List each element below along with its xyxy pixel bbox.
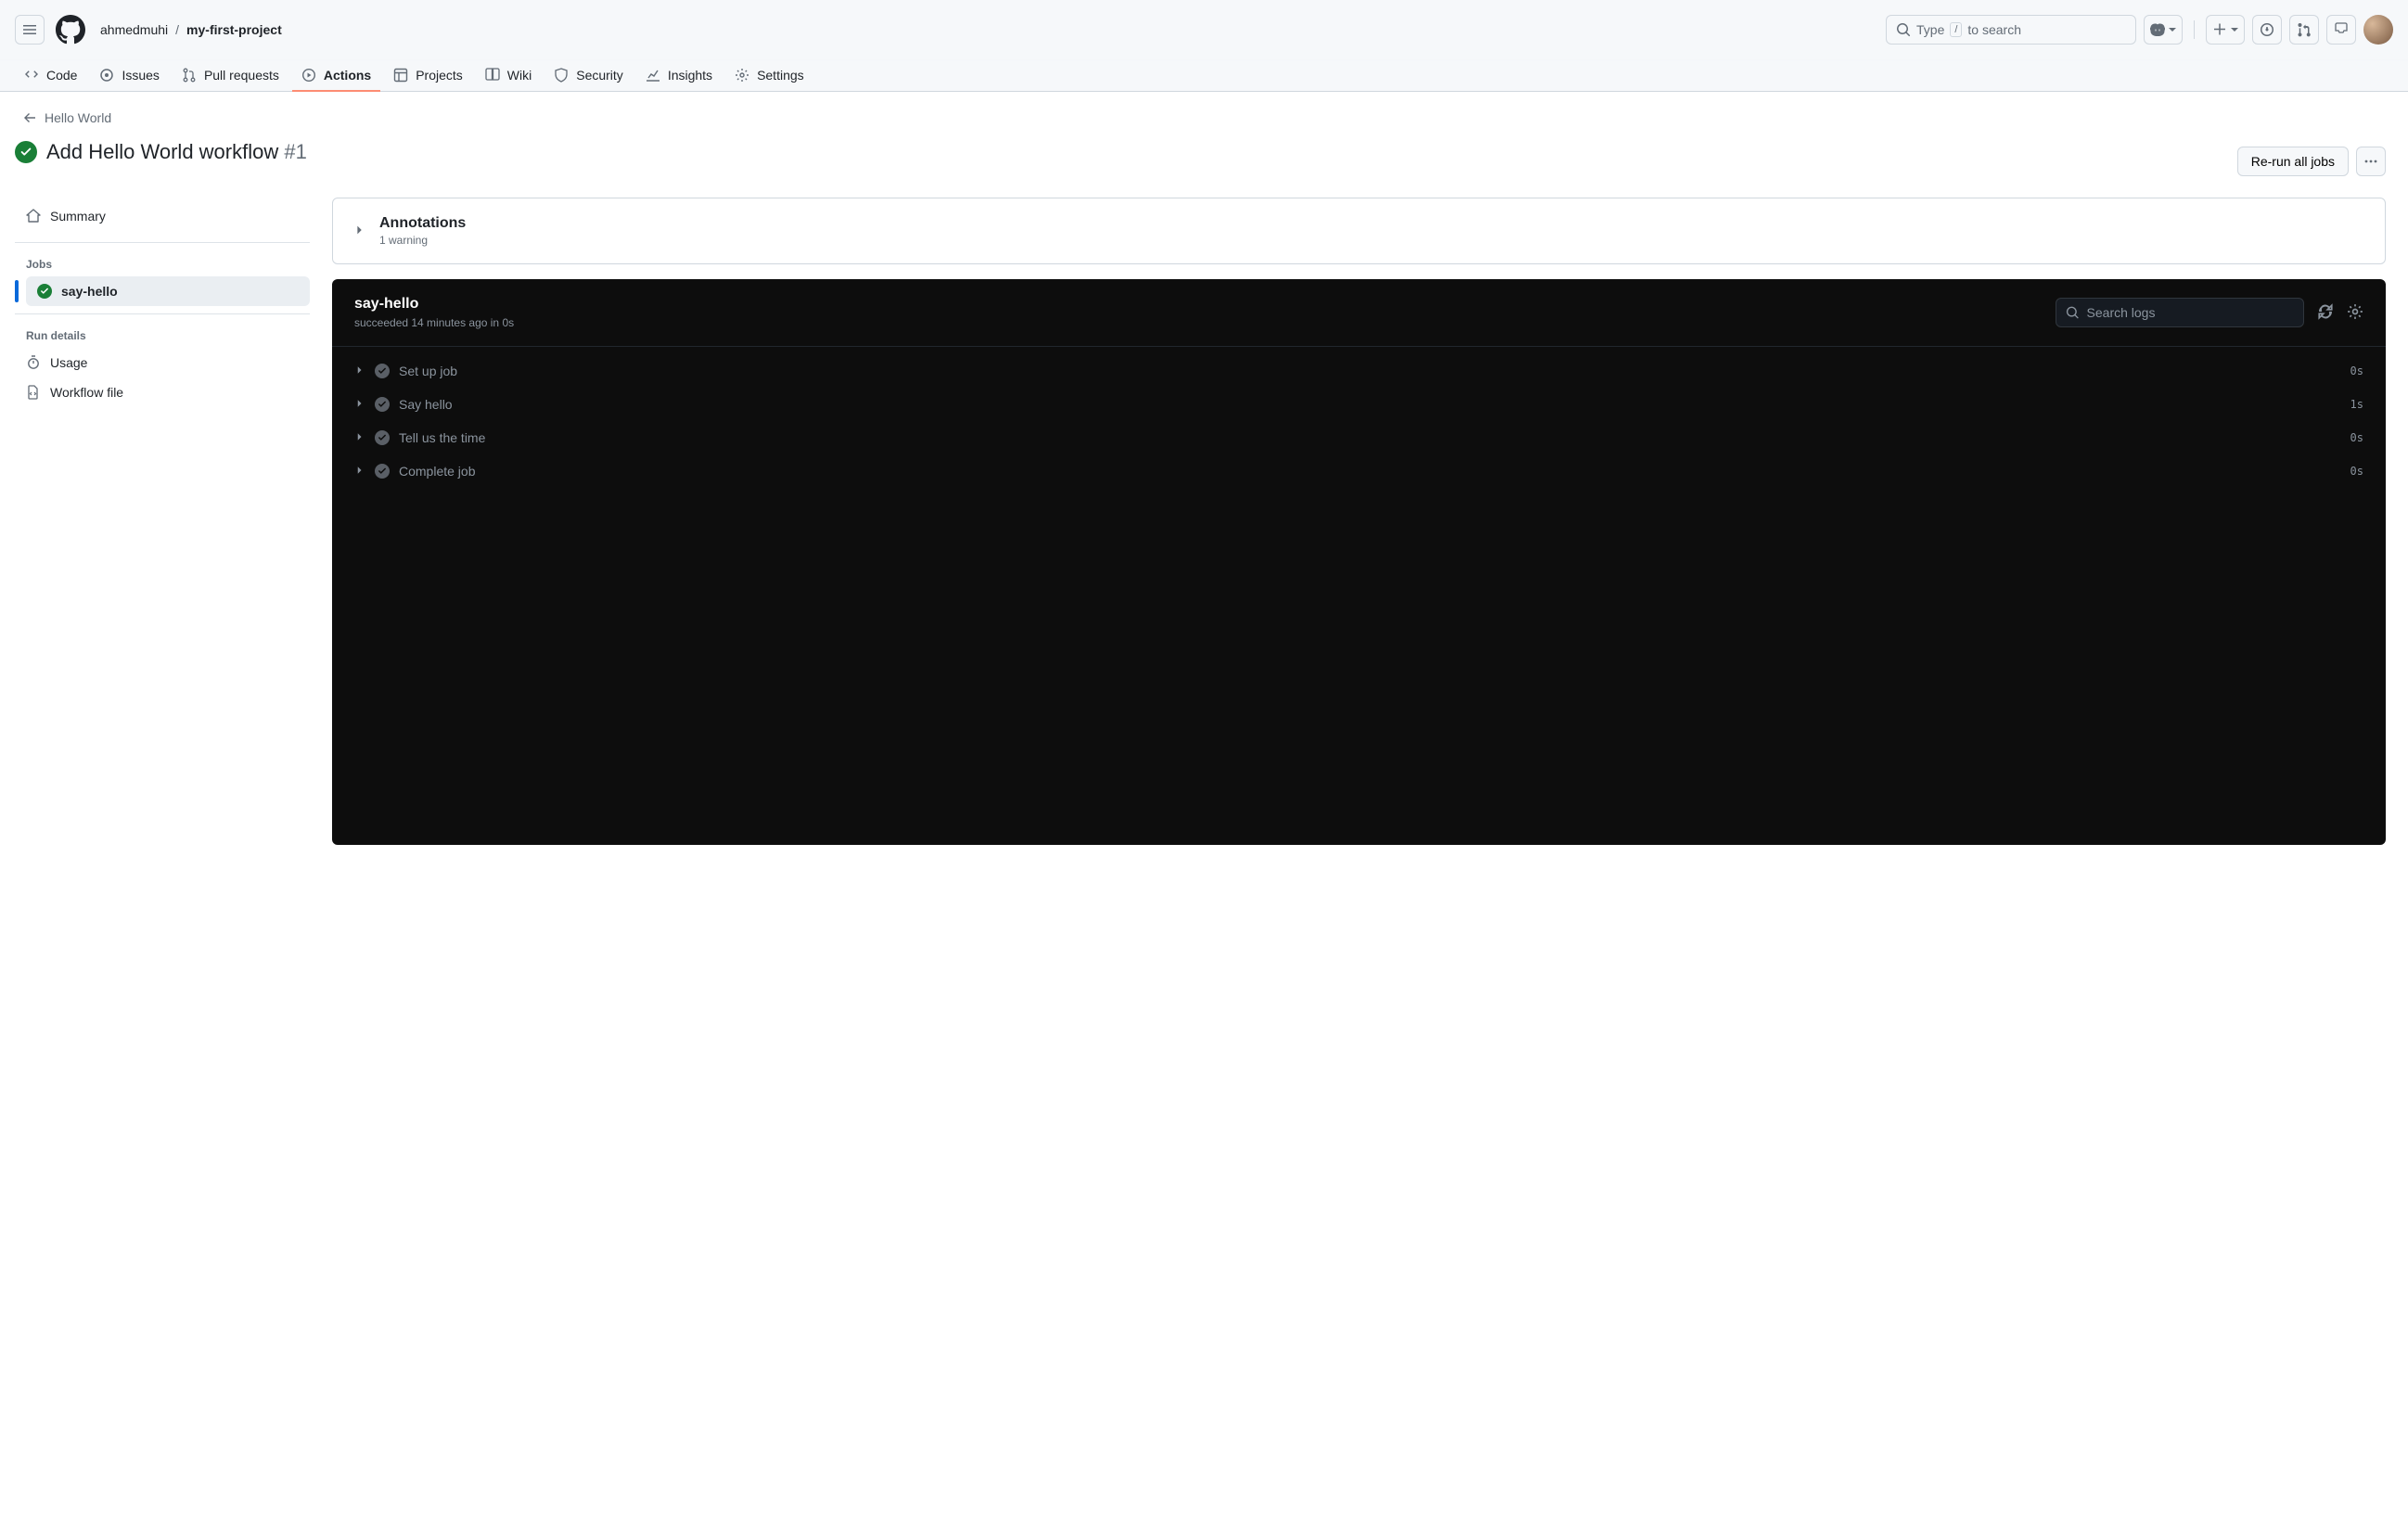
book-icon xyxy=(485,68,500,83)
stopwatch-icon xyxy=(26,355,41,370)
code-icon xyxy=(24,68,39,83)
create-new-button[interactable] xyxy=(2206,15,2245,45)
project-icon xyxy=(393,68,408,83)
nav-actions[interactable]: Actions xyxy=(292,60,380,92)
github-icon xyxy=(56,15,85,45)
step-name: Tell us the time xyxy=(399,430,485,445)
user-avatar[interactable] xyxy=(2363,15,2393,45)
owner-link[interactable]: ahmedmuhi xyxy=(100,22,168,37)
log-step-row[interactable]: Complete job 0s xyxy=(332,454,2386,488)
sidebar-summary[interactable]: Summary xyxy=(15,201,310,231)
nav-pull-requests[interactable]: Pull requests xyxy=(173,60,288,92)
hamburger-icon xyxy=(22,22,37,37)
step-status-success-icon xyxy=(375,397,390,412)
step-duration: 0s xyxy=(2350,364,2363,377)
log-step-row[interactable]: Set up job 0s xyxy=(332,354,2386,388)
home-icon xyxy=(26,209,41,224)
log-search-input[interactable] xyxy=(2087,305,2294,320)
chevron-right-icon xyxy=(353,224,366,239)
nav-wiki[interactable]: Wiki xyxy=(476,60,541,92)
step-duration: 0s xyxy=(2350,431,2363,444)
arrow-left-icon xyxy=(22,110,37,125)
gear-icon xyxy=(735,68,749,83)
repo-link[interactable]: my-first-project xyxy=(186,22,282,37)
copilot-button[interactable] xyxy=(2144,15,2183,45)
nav-insights[interactable]: Insights xyxy=(636,60,722,92)
step-status-success-icon xyxy=(375,430,390,445)
annotations-panel[interactable]: Annotations 1 warning xyxy=(332,198,2386,264)
chevron-right-icon xyxy=(354,464,365,479)
more-actions-button[interactable] xyxy=(2356,147,2386,176)
pull-requests-button[interactable] xyxy=(2289,15,2319,45)
sidebar-usage[interactable]: Usage xyxy=(15,348,310,377)
step-duration: 1s xyxy=(2350,398,2363,411)
issue-icon xyxy=(99,68,114,83)
issue-icon xyxy=(2260,22,2274,37)
search-icon xyxy=(1896,22,1911,37)
global-search[interactable]: Type / to search xyxy=(1886,15,2136,45)
step-name: Say hello xyxy=(399,397,453,412)
nav-settings[interactable]: Settings xyxy=(725,60,813,92)
graph-icon xyxy=(646,68,660,83)
shield-icon xyxy=(554,68,569,83)
caret-down-icon xyxy=(2169,26,2176,33)
nav-security[interactable]: Security xyxy=(544,60,633,92)
log-search[interactable] xyxy=(2056,298,2304,327)
nav-issues[interactable]: Issues xyxy=(90,60,168,92)
sidebar-job-say-hello[interactable]: say-hello xyxy=(26,276,310,306)
gear-icon xyxy=(2347,303,2363,320)
plus-icon xyxy=(2212,22,2227,37)
log-settings-button[interactable] xyxy=(2347,303,2363,323)
sidebar-workflow-file[interactable]: Workflow file xyxy=(15,377,310,407)
nav-projects[interactable]: Projects xyxy=(384,60,472,92)
pull-request-icon xyxy=(2297,22,2312,37)
play-icon xyxy=(301,68,316,83)
back-link[interactable]: Hello World xyxy=(15,107,2386,129)
kebab-icon xyxy=(2363,154,2378,169)
log-step-row[interactable]: Tell us the time 0s xyxy=(332,421,2386,454)
step-status-success-icon xyxy=(375,464,390,479)
rerun-button[interactable]: Re-run all jobs xyxy=(2237,147,2349,176)
step-duration: 0s xyxy=(2350,465,2363,478)
nav-code[interactable]: Code xyxy=(15,60,86,92)
caret-down-icon xyxy=(2231,26,2238,33)
refresh-icon xyxy=(2317,303,2334,320)
refresh-logs-button[interactable] xyxy=(2317,303,2334,323)
github-logo[interactable] xyxy=(56,15,85,45)
file-code-icon xyxy=(26,385,41,400)
step-name: Set up job xyxy=(399,364,457,378)
copilot-icon xyxy=(2150,22,2165,37)
breadcrumb: ahmedmuhi / my-first-project xyxy=(100,22,282,37)
chevron-right-icon xyxy=(354,430,365,445)
pull-request-icon xyxy=(182,68,197,83)
inbox-button[interactable] xyxy=(2326,15,2356,45)
search-icon xyxy=(2066,305,2080,320)
issues-button[interactable] xyxy=(2252,15,2282,45)
annotations-subtitle: 1 warning xyxy=(379,234,466,247)
chevron-right-icon xyxy=(354,364,365,378)
run-details-heading: Run details xyxy=(15,322,310,348)
run-status-success-icon xyxy=(15,141,37,163)
log-panel: say-hello succeeded 14 minutes ago in 0s xyxy=(332,279,2386,845)
log-job-subtitle: succeeded 14 minutes ago in 0s xyxy=(354,316,514,329)
log-step-row[interactable]: Say hello 1s xyxy=(332,388,2386,421)
slash-key-hint: / xyxy=(1950,22,1962,37)
job-status-success-icon xyxy=(37,284,52,299)
chevron-right-icon xyxy=(354,397,365,412)
annotations-title: Annotations xyxy=(379,215,466,232)
step-name: Complete job xyxy=(399,464,476,479)
inbox-icon xyxy=(2334,22,2349,37)
run-title: Add Hello World workflow #1 xyxy=(46,140,307,164)
jobs-heading: Jobs xyxy=(15,250,310,276)
menu-button[interactable] xyxy=(15,15,45,45)
log-job-title: say-hello xyxy=(354,296,514,313)
step-status-success-icon xyxy=(375,364,390,378)
